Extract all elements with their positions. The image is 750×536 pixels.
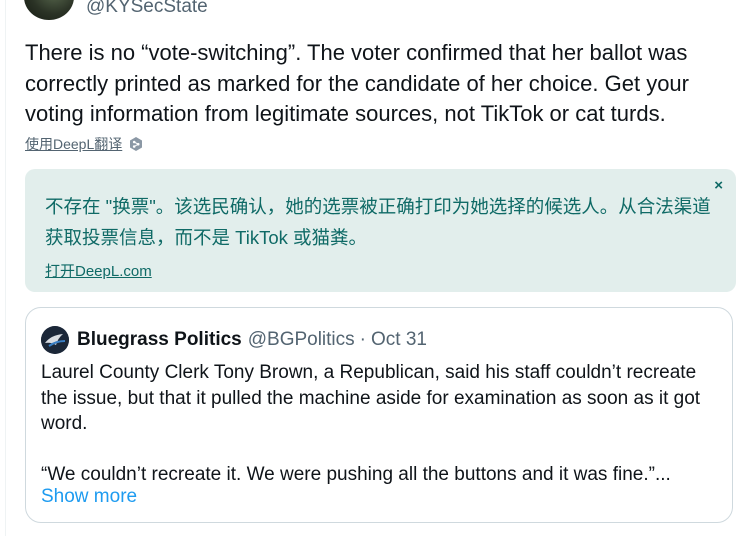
author-handle[interactable]: @KYSecState <box>86 0 208 20</box>
quoted-tweet-body: Laurel County Clerk Tony Brown, a Republ… <box>41 360 723 488</box>
quoted-author-handle[interactable]: @BGPolitics <box>248 329 355 351</box>
timeline-divider <box>5 0 6 536</box>
author-avatar[interactable] <box>24 0 74 20</box>
quoted-author-avatar[interactable] <box>41 326 69 354</box>
deepl-icon[interactable] <box>128 136 144 152</box>
translate-link[interactable]: 使用DeepL翻译 <box>25 134 122 154</box>
tweet-page: @KYSecState There is no “vote-switching”… <box>0 0 750 536</box>
quoted-tweet-date[interactable]: Oct 31 <box>371 329 427 351</box>
show-more-link[interactable]: Show more <box>41 486 137 508</box>
quoted-tweet-header: Bluegrass Politics @BGPolitics · Oct 31 <box>41 326 427 354</box>
quoted-paragraph: “We couldn’t recreate it. We were pushin… <box>41 464 671 485</box>
quoted-tweet[interactable]: Bluegrass Politics @BGPolitics · Oct 31 … <box>25 307 733 523</box>
tweet-author[interactable]: @KYSecState <box>24 0 208 20</box>
translate-row: 使用DeepL翻译 <box>25 134 144 154</box>
translation-text: 不存在 "换票"。该选民确认，她的选票被正确打印为她选择的候选人。从合法渠道获取… <box>45 196 711 248</box>
translation-panel: × 不存在 "换票"。该选民确认，她的选票被正确打印为她选择的候选人。从合法渠道… <box>25 169 736 292</box>
quoted-author-name[interactable]: Bluegrass Politics <box>77 329 242 351</box>
open-deepl-link[interactable]: 打开DeepL.com <box>45 260 152 281</box>
quoted-paragraph: Laurel County Clerk Tony Brown, a Republ… <box>41 362 701 434</box>
separator-dot: · <box>359 329 366 350</box>
tweet-text: There is no “vote-switching”. The voter … <box>25 40 689 126</box>
